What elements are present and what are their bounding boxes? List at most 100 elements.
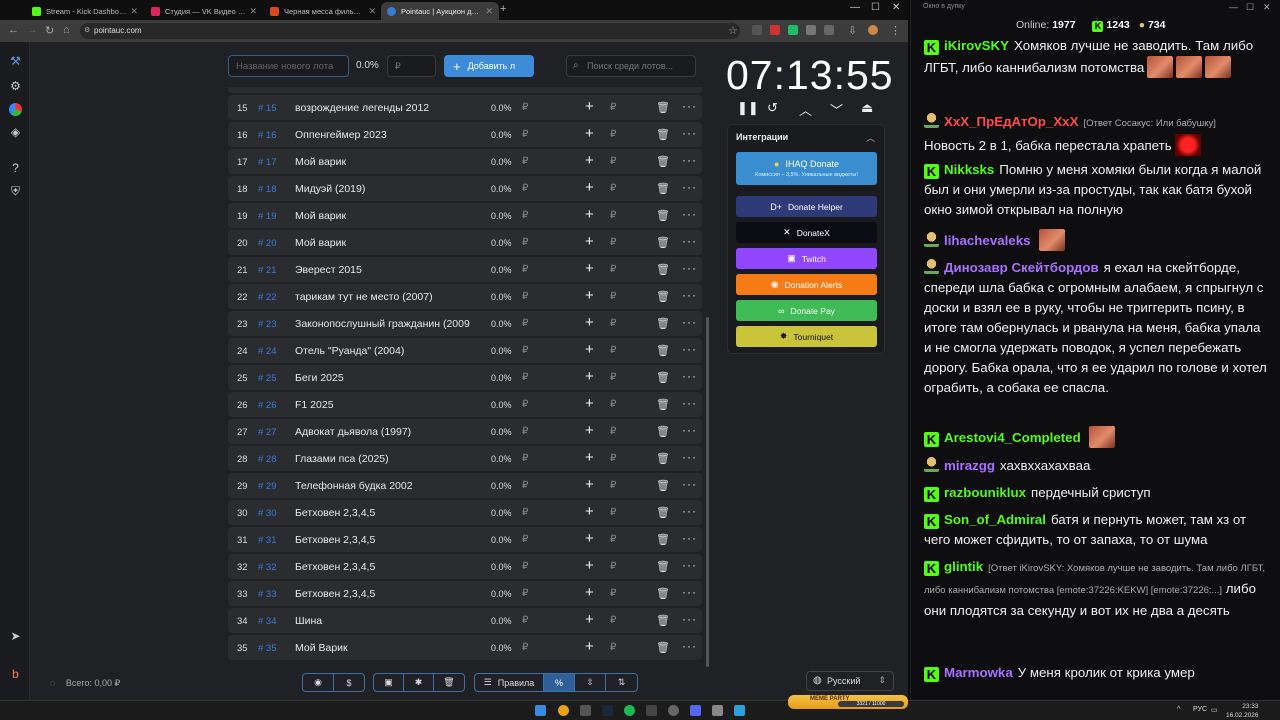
lot-name[interactable]: Телефонная будка 2002 — [295, 480, 475, 492]
add-amount-icon[interactable]: + — [585, 206, 594, 223]
app-icon[interactable] — [646, 705, 657, 716]
add-amount-input[interactable]: ₽ — [610, 642, 616, 653]
settings-gear-icon[interactable]: ⚙ — [9, 80, 22, 93]
lot-amount[interactable]: ₽ — [522, 237, 528, 248]
lot-name[interactable]: возрождение легенды 2012 — [295, 102, 475, 114]
chat-username[interactable]: Marmowka — [944, 665, 1013, 680]
add-amount-input[interactable]: ₽ — [610, 237, 616, 248]
more-options-icon[interactable]: ··· — [682, 126, 697, 140]
lot-row[interactable]: 21 # 21 Эверест 2015 0.0% ₽ + ₽ 🗑 ··· — [228, 257, 702, 282]
more-options-icon[interactable]: ··· — [682, 612, 697, 626]
subtract-time-icon[interactable]: ﹀ — [830, 100, 843, 119]
chat-username[interactable]: lihachevaleks — [944, 233, 1031, 248]
chrome-icon[interactable] — [558, 705, 569, 716]
lot-name[interactable]: Бетховен 2,3,4,5 — [295, 588, 475, 600]
percent-toggle-button[interactable]: % — [544, 674, 575, 691]
delete-lot-icon[interactable]: 🗑 — [656, 614, 670, 627]
telegram-icon[interactable] — [734, 705, 745, 716]
collapse-chevron-icon[interactable]: ︿ — [866, 131, 875, 144]
delete-lot-icon[interactable]: 🗑 — [656, 209, 670, 222]
add-amount-input[interactable]: ₽ — [610, 426, 616, 437]
lot-name[interactable]: Законопослушный гражданин (2009 — [295, 318, 475, 330]
lot-name[interactable]: Бетховен 2,3,4,5 — [295, 507, 475, 519]
lot-row[interactable]: 25 # 25 Беги 2025 0.0% ₽ + ₽ 🗑 ··· — [228, 365, 702, 390]
add-amount-icon[interactable]: + — [585, 503, 594, 520]
layers-icon[interactable]: ◈ — [9, 126, 22, 139]
windows-start-icon[interactable] — [535, 705, 546, 716]
add-amount-input[interactable]: ₽ — [610, 318, 616, 329]
lot-name[interactable]: Мой варик — [295, 156, 475, 168]
lot-amount[interactable]: ₽ — [522, 210, 528, 221]
app-icon[interactable] — [580, 705, 591, 716]
help-icon[interactable]: ? — [9, 162, 22, 175]
extension-icon[interactable] — [752, 25, 762, 35]
add-amount-icon[interactable]: + — [585, 395, 594, 412]
add-amount-input[interactable]: ₽ — [610, 291, 616, 302]
boosty-icon[interactable]: b — [9, 668, 22, 681]
extension-icon[interactable] — [770, 25, 780, 35]
add-time-icon[interactable]: ︿ — [799, 100, 812, 119]
rules-button[interactable]: ☰ Правила — [475, 674, 544, 691]
maximize-icon[interactable]: ☐ — [871, 2, 880, 13]
add-amount-input[interactable]: ₽ — [610, 156, 616, 167]
delete-lot-icon[interactable]: 🗑 — [656, 236, 670, 249]
download-icon[interactable]: ⇩ — [848, 24, 857, 37]
more-options-icon[interactable]: ··· — [682, 207, 697, 221]
network-icon[interactable]: ▭ — [1211, 706, 1218, 714]
delete-lot-icon[interactable]: 🗑 — [656, 398, 670, 411]
more-options-icon[interactable]: ··· — [682, 504, 697, 518]
github-button[interactable]: ◉ — [303, 674, 334, 691]
lot-row[interactable]: 33 # 33 Бетховен 2,3,4,5 0.0% ₽ + ₽ 🗑 ··· — [228, 581, 702, 606]
more-options-icon[interactable]: ··· — [682, 261, 697, 275]
more-options-icon[interactable]: ··· — [682, 180, 697, 194]
add-amount-icon[interactable]: + — [585, 260, 594, 277]
lot-amount[interactable]: ₽ — [522, 291, 528, 302]
lot-name[interactable]: Мой Варик — [295, 642, 475, 654]
lot-name[interactable]: Бетховен 2,3,4,5 — [295, 534, 475, 546]
tab-movie[interactable]: Черная месса фильм, 2015, д... ✕ — [264, 2, 382, 20]
home-icon[interactable]: ⌂ — [63, 24, 70, 36]
add-amount-icon[interactable]: + — [585, 449, 594, 466]
chat-username[interactable]: XxX_ПрЕдАтОр_XxX — [944, 114, 1078, 129]
integration-button-donation-alerts[interactable]: ◉ Donation Alerts — [736, 274, 877, 295]
extensions-puzzle-icon[interactable] — [824, 25, 834, 35]
lot-row[interactable]: 24 # 24 Отель "Руанда" (2004) 0.0% ₽ + ₽ 🗑 ··· — [228, 338, 702, 363]
more-options-icon[interactable]: ··· — [682, 99, 697, 113]
add-amount-input[interactable]: ₽ — [610, 372, 616, 383]
lot-row[interactable]: 30 # 30 Бетховен 2,3,4,5 0.0% ₽ + ₽ 🗑 ··· — [228, 500, 702, 525]
save-button[interactable]: ▣ — [374, 674, 404, 691]
spotify-icon[interactable] — [624, 705, 635, 716]
more-options-icon[interactable]: ··· — [682, 531, 697, 545]
tab-kick-dashboard[interactable]: Stream - Kick Dashboard ✕ — [26, 2, 144, 20]
close-tab-icon[interactable]: ✕ — [130, 6, 138, 17]
lot-row[interactable]: 27 # 27 Адвокат дьявола (1997) 0.0% ₽ + ₽ 🗑 ··· — [228, 419, 702, 444]
lot-amount[interactable]: ₽ — [522, 453, 528, 464]
app-icon[interactable] — [712, 705, 723, 716]
delete-lot-icon[interactable]: 🗑 — [656, 317, 670, 330]
lot-name[interactable]: Адвокат дьявола (1997) — [295, 426, 475, 438]
add-amount-icon[interactable]: + — [585, 422, 594, 439]
add-amount-input[interactable]: ₽ — [610, 264, 616, 275]
lot-name[interactable]: Шина — [295, 615, 475, 627]
add-amount-icon[interactable]: + — [585, 179, 594, 196]
chat-username[interactable]: mirazgg — [944, 458, 995, 473]
tab-vk-studio[interactable]: Студия — VK Видео Live ✕ — [145, 2, 263, 20]
integration-button-donate-helper[interactable]: D+ Donate Helper — [736, 196, 877, 217]
add-amount-icon[interactable]: + — [585, 368, 594, 385]
system-clock[interactable]: 23:33 16.02.2026 — [1226, 702, 1259, 720]
lot-name[interactable]: F1 2025 — [295, 399, 475, 411]
add-amount-input[interactable]: ₽ — [610, 345, 616, 356]
lot-search-input[interactable]: ⌕ Поиск среди лотов... — [566, 55, 696, 77]
add-amount-input[interactable]: ₽ — [610, 102, 616, 113]
integration-button-tourniquet[interactable]: ✸ Tourniquet — [736, 326, 877, 347]
lot-name[interactable]: Мой варик — [295, 237, 475, 249]
more-options-icon[interactable]: ··· — [682, 288, 697, 302]
more-options-icon[interactable]: ··· — [682, 153, 697, 167]
bookmark-star-icon[interactable]: ☆ — [728, 24, 738, 37]
lot-name[interactable]: Глазами пса (2025) — [295, 453, 475, 465]
site-info-icon[interactable]: ⚙ — [84, 26, 90, 34]
wheel-icon[interactable] — [9, 103, 22, 116]
more-options-icon[interactable]: ··· — [682, 477, 697, 491]
lot-amount[interactable]: ₽ — [522, 345, 528, 356]
lot-amount[interactable]: ₽ — [522, 426, 528, 437]
